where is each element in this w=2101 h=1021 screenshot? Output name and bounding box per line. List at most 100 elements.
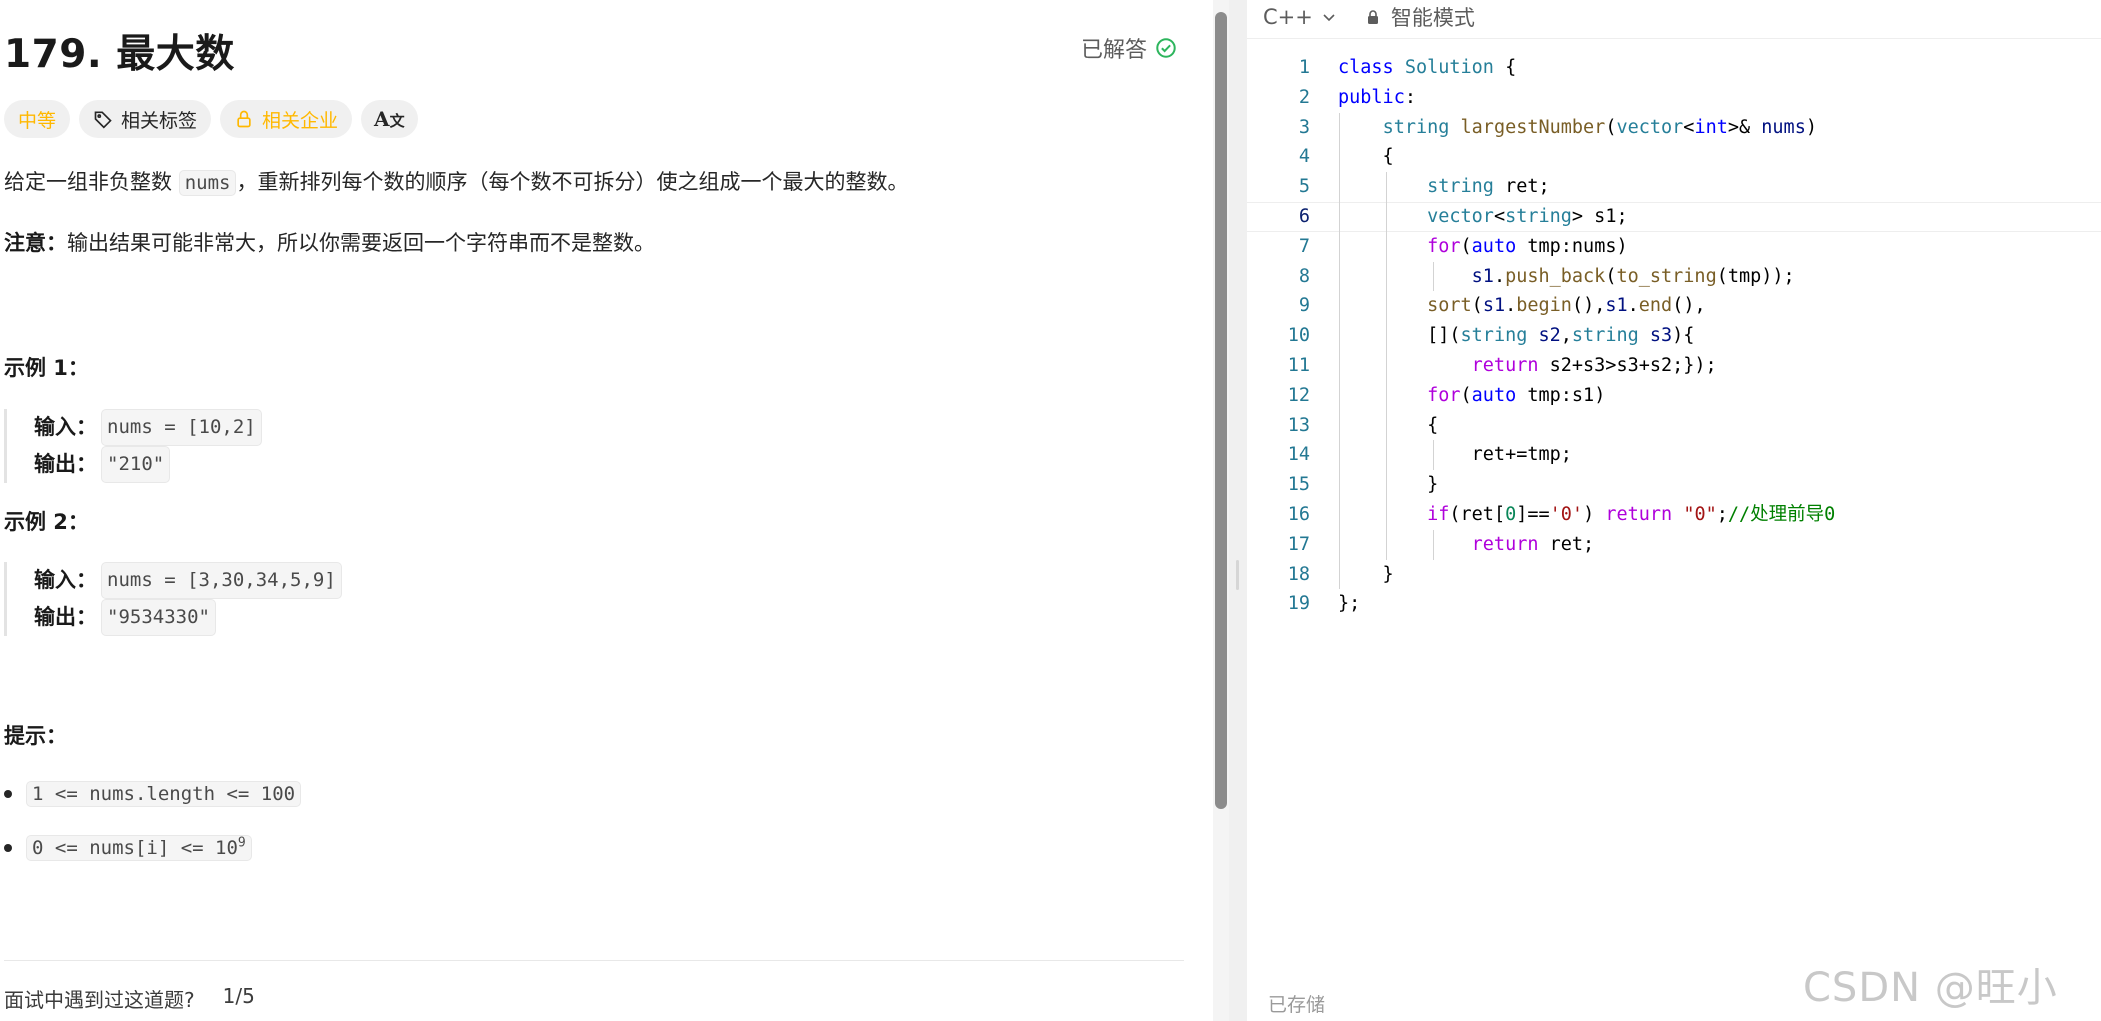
example-2-output: 输出： "9534330" bbox=[34, 599, 342, 636]
difficulty-badge[interactable]: 中等 bbox=[4, 100, 71, 138]
code-text: ret+=tmp; bbox=[1338, 444, 1572, 466]
problem-note: 注意：输出结果可能非常大，所以你需要返回一个字符串而不是整数。 bbox=[4, 228, 655, 258]
line-number: 16 bbox=[1287, 503, 1310, 525]
mode-label: 智能模式 bbox=[1390, 6, 1475, 30]
code-line[interactable]: 13 { bbox=[1247, 410, 2101, 441]
note-text: 输出结果可能非常大，所以你需要返回一个字符串而不是整数。 bbox=[67, 231, 655, 255]
related-tags-button[interactable]: 相关标签 bbox=[79, 100, 212, 138]
lock-icon bbox=[237, 110, 251, 128]
code-line[interactable]: 11 return s2+s3>s3+s2;}); bbox=[1247, 350, 2101, 381]
code-text: public: bbox=[1338, 86, 1416, 108]
problem-tags: 中等 相关标签 相关企业 A文 bbox=[4, 100, 418, 138]
hints-title: 提示： bbox=[4, 724, 67, 748]
code-text: }; bbox=[1338, 593, 1361, 615]
constraint-2: 0 <= nums[i] <= 109 bbox=[26, 835, 252, 861]
code-line[interactable]: 7 for(auto tmp:nums) bbox=[1247, 231, 2101, 262]
code-text: class Solution { bbox=[1338, 57, 1517, 78]
line-number: 2 bbox=[1298, 86, 1310, 108]
code-text: vector<string> s1; bbox=[1427, 205, 1628, 227]
resize-grip[interactable] bbox=[1236, 560, 1239, 590]
code-editor-panel: C++ 智能模式 1 class Solution { 2 public: 3 st… bbox=[1247, 0, 2101, 1021]
code-line[interactable]: 2 public: bbox=[1247, 83, 2101, 113]
code-line[interactable]: 4 { bbox=[1247, 142, 2101, 173]
code-area[interactable]: 1 class Solution { 2 public: 3 string larg… bbox=[1247, 53, 2101, 619]
smart-mode-toggle[interactable]: 智能模式 bbox=[1365, 2, 1475, 32]
code-line[interactable]: 18 } bbox=[1247, 559, 2101, 590]
translate-icon: A文 bbox=[374, 107, 405, 131]
code-line[interactable]: 3 string largestNumber(vector<int>& nums… bbox=[1247, 112, 2101, 143]
language-selector[interactable]: C++ bbox=[1263, 5, 1337, 29]
code-line[interactable]: 5 string ret; bbox=[1247, 172, 2101, 202]
line-number: 12 bbox=[1287, 384, 1310, 406]
code-text: { bbox=[1338, 146, 1394, 168]
line-number: 18 bbox=[1287, 563, 1310, 585]
toolbar-divider bbox=[1247, 38, 2101, 39]
code-line[interactable]: 8 s1.push_back(to_string(tmp)); bbox=[1247, 261, 2101, 292]
code-line-active[interactable]: 6 vector<string> s1; bbox=[1247, 201, 2101, 232]
tag-icon bbox=[94, 111, 112, 129]
related-companies-button[interactable]: 相关企业 bbox=[220, 100, 353, 138]
line-number: 15 bbox=[1287, 474, 1310, 496]
line-number: 17 bbox=[1287, 533, 1310, 555]
constraint-2-exponent: 9 bbox=[237, 835, 246, 851]
description-scrollbar[interactable] bbox=[1213, 0, 1229, 1021]
line-number: 5 bbox=[1298, 176, 1310, 198]
bullet-dot bbox=[4, 790, 12, 798]
code-text: { bbox=[1338, 414, 1439, 436]
translate-button[interactable]: A文 bbox=[361, 100, 418, 138]
example-1-input: 输入： nums = [10,2] bbox=[34, 409, 262, 446]
line-number: 1 bbox=[1298, 57, 1310, 78]
code-text: } bbox=[1338, 563, 1394, 585]
code-text: string ret; bbox=[1427, 176, 1550, 198]
line-number: 13 bbox=[1287, 414, 1310, 436]
constraint-2-text: 0 <= nums[i] <= 10 bbox=[32, 837, 238, 859]
language-label: C++ bbox=[1263, 5, 1313, 29]
problem-title: 179. 最大数 bbox=[4, 32, 235, 77]
related-tags-label: 相关标签 bbox=[121, 109, 198, 132]
watermark: CSDN @旺小仔. bbox=[1803, 965, 2058, 1011]
line-number: 11 bbox=[1287, 354, 1310, 376]
output-label: 输出： bbox=[34, 605, 97, 629]
save-status: 已存储 bbox=[1268, 994, 1326, 1016]
code-text: for(auto tmp:nums) bbox=[1427, 235, 1628, 257]
line-number: 19 bbox=[1287, 593, 1310, 615]
scrollbar-thumb[interactable] bbox=[1215, 12, 1227, 809]
code-text: for(auto tmp:s1) bbox=[1427, 384, 1606, 406]
example-1-output-value: "210" bbox=[101, 446, 171, 483]
interview-count: 1/5 bbox=[222, 984, 255, 1008]
line-number: 9 bbox=[1298, 295, 1310, 317]
code-text: if(ret[0]=='0') return "0";//处理前导0 bbox=[1427, 503, 1836, 525]
code-text: s1.push_back(to_string(tmp)); bbox=[1471, 265, 1795, 287]
code-line[interactable]: 16 if(ret[0]=='0') return "0";//处理前导0 bbox=[1247, 499, 2101, 530]
code-line[interactable]: 15 } bbox=[1247, 470, 2101, 500]
pane-resize-handle[interactable] bbox=[1229, 0, 1247, 1021]
lock-icon bbox=[1367, 10, 1378, 24]
interview-question[interactable]: 面试中遇到过这道题? 1/5 bbox=[4, 984, 255, 1013]
section-divider bbox=[4, 960, 1184, 961]
code-line[interactable]: 1 class Solution { bbox=[1247, 53, 2101, 83]
code-text: [](string s2,string s3){ bbox=[1338, 325, 1695, 347]
output-label: 输出： bbox=[34, 452, 97, 476]
input-label: 输入： bbox=[34, 415, 97, 439]
code-line[interactable]: 10 [](string s2,string s3){ bbox=[1247, 321, 2101, 351]
example-1-block: 输入： nums = [10,2] 输出： "210" bbox=[4, 409, 262, 483]
constraint-1: 1 <= nums.length <= 100 bbox=[26, 781, 302, 807]
example-1-input-value: nums = [10,2] bbox=[101, 409, 262, 446]
related-companies-label: 相关企业 bbox=[262, 109, 339, 132]
line-number: 4 bbox=[1298, 146, 1310, 168]
code-line[interactable]: 19}; bbox=[1247, 589, 2101, 619]
line-number: 3 bbox=[1298, 116, 1310, 138]
code-line[interactable]: 9 sort(s1.begin(),s1.end(), bbox=[1247, 291, 2101, 322]
code-text: return ret; bbox=[1471, 533, 1595, 555]
code-line[interactable]: 17 return ret; bbox=[1247, 529, 2101, 560]
chevron-down-icon bbox=[1323, 14, 1335, 22]
constraint-item: 1 <= nums.length <= 100 bbox=[4, 781, 302, 807]
editor-toolbar: C++ 智能模式 bbox=[1247, 0, 2101, 34]
code-line[interactable]: 12 for(auto tmp:s1) bbox=[1247, 380, 2101, 411]
line-number: 6 bbox=[1298, 205, 1310, 227]
line-number: 7 bbox=[1298, 235, 1310, 257]
code-text: sort(s1.begin(),s1.end(), bbox=[1427, 295, 1706, 317]
code-text: } bbox=[1338, 474, 1439, 496]
code-line[interactable]: 14 ret+=tmp; bbox=[1247, 440, 2101, 471]
example-2-block: 输入： nums = [3,30,34,5,9] 输出： "9534330" bbox=[4, 562, 342, 636]
